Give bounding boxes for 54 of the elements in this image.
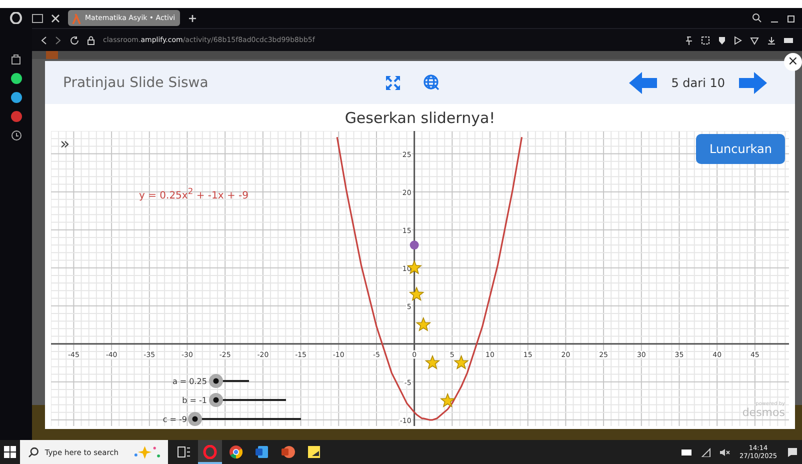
screenshot-icon[interactable] bbox=[701, 36, 710, 44]
lock-icon[interactable] bbox=[87, 36, 95, 44]
notification-icon[interactable] bbox=[787, 446, 798, 458]
star-point[interactable] bbox=[408, 286, 424, 301]
globe-icon[interactable] bbox=[423, 74, 440, 91]
download-icon[interactable] bbox=[767, 36, 776, 44]
star-point[interactable] bbox=[440, 392, 456, 408]
windows-start-icon[interactable] bbox=[4, 446, 16, 458]
expand-panel-button[interactable]: » bbox=[57, 135, 73, 153]
speaker-muted-icon[interactable] bbox=[718, 448, 730, 456]
forward-icon[interactable] bbox=[55, 36, 62, 44]
search-icon bbox=[28, 446, 39, 458]
slider-thumb[interactable] bbox=[209, 374, 224, 388]
presentation-icon bbox=[281, 445, 295, 459]
dialog-title: Pratinjau Slide Siswa bbox=[63, 74, 208, 90]
slider-label: b = -1 bbox=[181, 396, 208, 404]
plus-icon[interactable] bbox=[188, 14, 197, 22]
launch-button[interactable]: Luncurkan bbox=[696, 134, 785, 164]
battery-icon[interactable] bbox=[784, 36, 794, 44]
round-logo-icon bbox=[229, 445, 243, 459]
star-point[interactable] bbox=[416, 316, 432, 332]
reload-icon[interactable] bbox=[70, 36, 79, 44]
battery-icon[interactable] bbox=[680, 448, 693, 456]
graph-logo-text: desmos bbox=[742, 407, 785, 418]
equation-label: y = 0.25x$^{2}$ + -1x + -9 bbox=[139, 186, 248, 202]
search-icon[interactable] bbox=[752, 13, 762, 23]
restore-icon[interactable] bbox=[787, 14, 796, 22]
slide-heading: Geserkan slidernya! bbox=[344, 108, 496, 128]
fullscreen-icon[interactable] bbox=[385, 74, 401, 90]
next-arrow-icon[interactable] bbox=[739, 72, 767, 94]
point-dot[interactable] bbox=[410, 240, 419, 250]
play-icon[interactable] bbox=[734, 36, 742, 44]
previous-arrow-icon[interactable] bbox=[629, 72, 658, 94]
clock-icon[interactable] bbox=[10, 130, 22, 141]
browser-logo-icon[interactable] bbox=[10, 12, 22, 24]
slider-thumb[interactable] bbox=[188, 412, 202, 426]
slider-label: a = 0.25 bbox=[171, 376, 208, 386]
slider-thumb[interactable] bbox=[209, 393, 224, 407]
shield-icon[interactable] bbox=[718, 36, 726, 44]
back-icon[interactable] bbox=[40, 36, 47, 44]
task-view-icon bbox=[177, 445, 191, 459]
slide-counter: 5 dari 10 bbox=[671, 76, 725, 90]
network-icon[interactable] bbox=[700, 448, 711, 456]
star-point[interactable] bbox=[454, 354, 469, 370]
x-icon[interactable] bbox=[51, 14, 60, 22]
tab-icon[interactable] bbox=[32, 14, 43, 22]
ring-icon bbox=[203, 445, 217, 459]
slider-label: c = -9 bbox=[162, 414, 188, 424]
note-icon bbox=[307, 445, 321, 459]
star-point[interactable] bbox=[424, 354, 440, 370]
bag-icon[interactable] bbox=[10, 53, 22, 65]
pin-icon[interactable] bbox=[685, 36, 693, 44]
document-icon bbox=[255, 445, 269, 459]
lambda-icon bbox=[72, 12, 81, 24]
